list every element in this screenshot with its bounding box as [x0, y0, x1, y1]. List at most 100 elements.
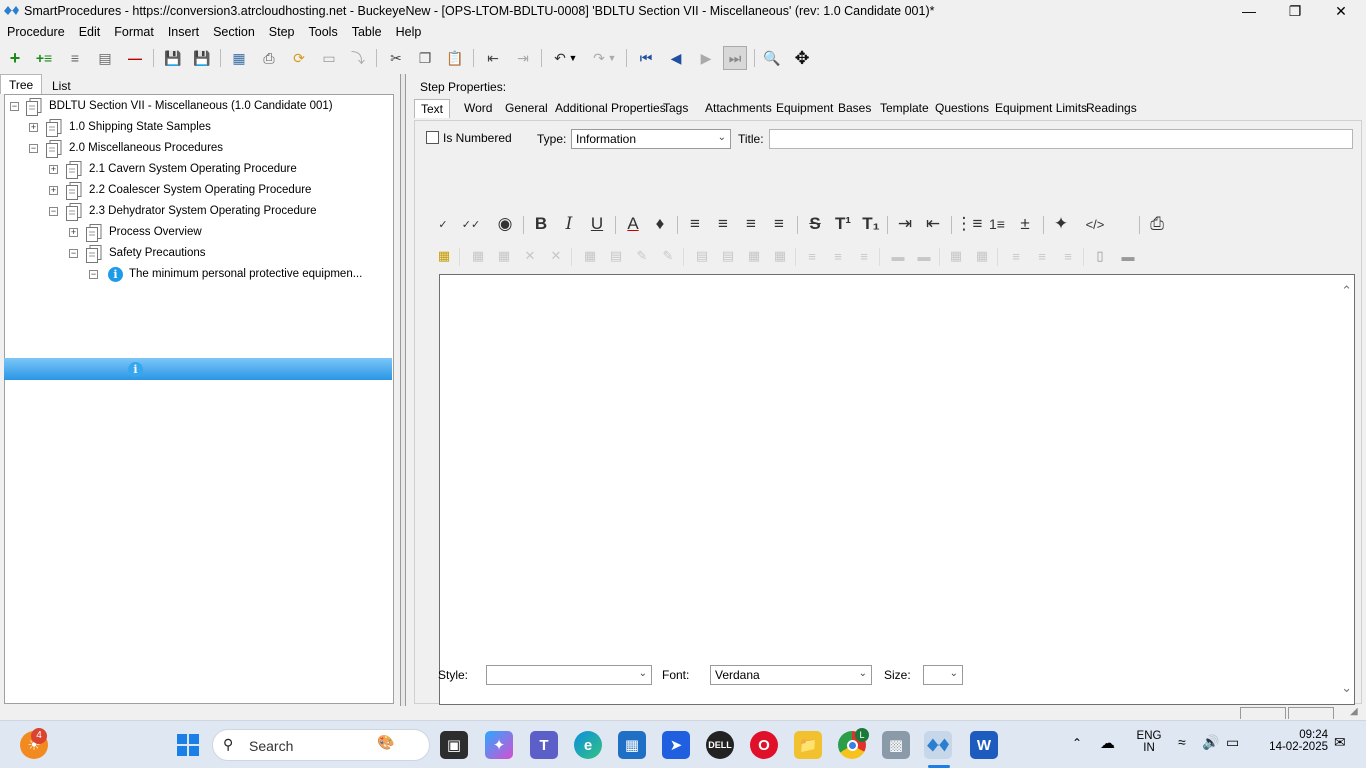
underline-icon[interactable]: U: [585, 212, 609, 236]
align-left-icon[interactable]: ≡: [683, 212, 707, 236]
scroll-down-icon[interactable]: ⌄: [1341, 680, 1352, 696]
minimize-button[interactable]: —: [1226, 0, 1272, 22]
tree-node[interactable]: + 2.2 Coalescer System Operating Procedu…: [5, 181, 393, 201]
print-icon[interactable]: ⎙: [1145, 212, 1169, 236]
delete-rows-icon[interactable]: ≡: [853, 245, 875, 267]
form-icon[interactable]: ▭: [317, 46, 341, 70]
tab-general[interactable]: General: [505, 101, 548, 115]
add-child-icon[interactable]: +≡: [32, 46, 56, 70]
redo-disabled-icon[interactable]: ⤵: [346, 46, 370, 70]
type-select[interactable]: Information ⌄: [571, 129, 731, 149]
indent-icon[interactable]: ⇥: [511, 46, 535, 70]
undo-dropdown-icon[interactable]: ▼: [566, 46, 580, 70]
word-icon[interactable]: W: [970, 731, 998, 759]
clock[interactable]: 09:24 14-02-2025: [1256, 729, 1328, 753]
edge-icon[interactable]: e: [574, 731, 602, 759]
table-properties-icon[interactable]: ▦: [467, 245, 489, 267]
highlight-icon[interactable]: ◉: [493, 212, 517, 236]
tab-equipment-limits[interactable]: Equipment Limits: [995, 101, 1087, 115]
spellcheck-as-you-type-icon[interactable]: ✓✓: [459, 212, 483, 236]
teams-icon[interactable]: T: [530, 731, 558, 759]
search-tree-icon[interactable]: 🔍: [760, 46, 784, 70]
taskbar-search[interactable]: ⚲ Search 🎨: [212, 729, 430, 761]
split-cells-icon[interactable]: ▦: [769, 245, 791, 267]
insert-row-below-icon[interactable]: ≡: [827, 245, 849, 267]
refresh-icon[interactable]: ⟳: [287, 46, 311, 70]
superscript-icon[interactable]: T¹: [831, 212, 855, 236]
delete-column-icon[interactable]: ✕: [545, 245, 567, 267]
print-icon[interactable]: ⎙: [257, 46, 281, 70]
collapse-icon[interactable]: −: [49, 207, 58, 216]
tree-node[interactable]: − i The minimum personal protective equi…: [5, 265, 393, 285]
tab-questions[interactable]: Questions: [935, 101, 989, 115]
first-icon[interactable]: ⏮: [634, 46, 658, 70]
onedrive-sync-icon[interactable]: ☁: [1100, 734, 1115, 752]
export-icon[interactable]: ▦: [227, 46, 251, 70]
menu-procedure[interactable]: Procedure: [0, 23, 72, 43]
magic-wand-icon[interactable]: ✦: [1049, 212, 1073, 236]
file-explorer-icon[interactable]: 📁: [794, 731, 822, 759]
copy-icon[interactable]: ❐: [413, 46, 437, 70]
spellcheck-icon[interactable]: ✓: [431, 212, 455, 236]
cell-format-icon[interactable]: ✎: [657, 245, 679, 267]
volume-icon[interactable]: 🔊: [1202, 734, 1219, 751]
menu-help[interactable]: Help: [389, 23, 429, 43]
tab-tree[interactable]: Tree: [0, 74, 43, 94]
power-automate-icon[interactable]: ➤: [662, 731, 690, 759]
insert-row-above-icon[interactable]: ≡: [801, 245, 823, 267]
expand-icon[interactable]: +: [49, 165, 58, 174]
list-detail-icon[interactable]: ▤: [93, 46, 117, 70]
tab-attachments[interactable]: Attachments: [705, 101, 772, 115]
task-view-icon[interactable]: ▣: [440, 731, 468, 759]
tab-text[interactable]: Text: [414, 99, 451, 118]
last-icon[interactable]: ⏭: [723, 46, 747, 70]
cell-align-top-icon[interactable]: ≡: [1005, 245, 1027, 267]
save-all-icon[interactable]: 💾: [161, 46, 185, 70]
menu-tools[interactable]: Tools: [302, 23, 345, 43]
expand-icon[interactable]: +: [69, 228, 78, 237]
tab-bases[interactable]: Bases: [838, 101, 871, 115]
table-borders-icon[interactable]: ▦: [945, 245, 967, 267]
tree-node[interactable]: + Process Overview: [5, 223, 393, 243]
menu-edit[interactable]: Edit: [72, 23, 108, 43]
menu-table[interactable]: Table: [345, 23, 389, 43]
start-icon[interactable]: [174, 731, 202, 759]
italic-icon[interactable]: I: [557, 212, 581, 236]
table-gridlines-icon[interactable]: ▦: [971, 245, 993, 267]
cut-icon[interactable]: ✂: [384, 46, 408, 70]
move-icon[interactable]: ✥: [790, 46, 814, 70]
collapse-icon[interactable]: −: [10, 102, 19, 111]
tree-node[interactable]: − 2.3 Dehydrator System Operating Proced…: [5, 202, 393, 222]
language-indicator[interactable]: ENG IN: [1134, 730, 1164, 754]
tab-readings[interactable]: Readings: [1086, 101, 1137, 115]
paste-icon[interactable]: 📋: [443, 46, 467, 70]
tree-node-selected[interactable]: i: [4, 358, 392, 380]
size-select[interactable]: ⌄: [923, 665, 963, 685]
next-icon[interactable]: ▶: [694, 46, 718, 70]
cell-align-middle-icon[interactable]: ≡: [1031, 245, 1053, 267]
title-input[interactable]: [769, 129, 1353, 149]
delete-table-icon[interactable]: ▦: [493, 245, 515, 267]
resize-grip-icon[interactable]: ◢: [1350, 706, 1358, 717]
indent-left-icon[interactable]: ⇤: [921, 212, 945, 236]
bullet-list-icon[interactable]: ⋮≡: [956, 212, 983, 236]
remote-app-icon[interactable]: ▩: [882, 731, 910, 759]
tab-tags[interactable]: Tags: [663, 101, 688, 115]
show-hidden-icons-icon[interactable]: ⌃: [1072, 736, 1082, 750]
tree-node[interactable]: + 2.1 Cavern System Operating Procedure: [5, 160, 393, 180]
collapse-icon[interactable]: −: [69, 249, 78, 258]
indent-right-icon[interactable]: ⇥: [893, 212, 917, 236]
add-icon[interactable]: +: [3, 46, 27, 70]
cell-properties-icon[interactable]: ▤: [605, 245, 627, 267]
menu-format[interactable]: Format: [107, 23, 161, 43]
pane-splitter[interactable]: [400, 74, 406, 706]
menu-section[interactable]: Section: [206, 23, 262, 43]
battery-icon[interactable]: ▭: [1226, 734, 1239, 751]
merge-cells-icon[interactable]: ▦: [743, 245, 765, 267]
horizontal-rule-icon[interactable]: ▬: [1117, 245, 1139, 267]
tab-equipment[interactable]: Equipment: [776, 101, 833, 115]
redo-dropdown-icon[interactable]: ▼: [605, 46, 619, 70]
insert-table-icon[interactable]: ▦: [433, 245, 455, 267]
list-icon[interactable]: ≡: [63, 46, 87, 70]
dell-icon[interactable]: DELL: [706, 731, 734, 759]
